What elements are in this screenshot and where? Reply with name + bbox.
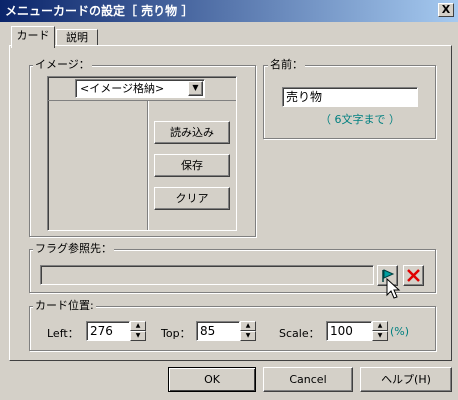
divider-vertical bbox=[147, 101, 148, 230]
top-label: Top： bbox=[161, 327, 191, 340]
load-button[interactable]: 読み込み bbox=[154, 121, 230, 144]
x-icon bbox=[407, 269, 420, 282]
up-arrow-icon[interactable]: ▲ bbox=[372, 321, 388, 331]
tab-card-label: カード bbox=[16, 29, 50, 42]
divider-horizontal bbox=[48, 100, 236, 101]
title-bar: メニューカードの設定［ 売り物 ］ bbox=[0, 0, 458, 22]
window-title: メニューカードの設定［ 売り物 ］ bbox=[5, 4, 194, 18]
left-label: Left： bbox=[47, 327, 79, 340]
tab-card[interactable]: カード bbox=[11, 26, 55, 48]
top-stepper[interactable]: ▲ ▼ bbox=[240, 321, 256, 341]
help-button[interactable]: ヘルプ(H) bbox=[360, 367, 452, 392]
image-dropdown[interactable]: <イメージ格納> ▼ bbox=[75, 79, 205, 98]
scale-stepper[interactable]: ▲ ▼ bbox=[372, 321, 388, 341]
mouse-cursor bbox=[386, 278, 401, 299]
top-input[interactable]: 85 bbox=[196, 321, 240, 341]
clear-button[interactable]: クリア bbox=[154, 187, 230, 210]
scale-input[interactable]: 100 bbox=[326, 321, 372, 341]
ok-button[interactable]: OK bbox=[168, 367, 256, 392]
scale-unit: (%) bbox=[390, 325, 410, 338]
up-arrow-icon[interactable]: ▲ bbox=[240, 321, 256, 331]
name-hint: （ 6文字まで ） bbox=[320, 113, 400, 126]
down-arrow-icon[interactable]: ▼ bbox=[130, 331, 146, 341]
down-arrow-icon[interactable]: ▼ bbox=[372, 331, 388, 341]
close-button[interactable]: X bbox=[438, 3, 454, 17]
name-input[interactable]: 売り物 bbox=[282, 87, 418, 107]
flag-group-label: フラグ参照先： bbox=[33, 242, 114, 255]
chevron-down-icon[interactable]: ▼ bbox=[188, 81, 203, 96]
up-arrow-icon[interactable]: ▲ bbox=[130, 321, 146, 331]
name-group-label: 名前： bbox=[268, 58, 305, 71]
down-arrow-icon[interactable]: ▼ bbox=[240, 331, 256, 341]
tab-description[interactable]: 説明 bbox=[56, 29, 98, 46]
cancel-button[interactable]: Cancel bbox=[263, 367, 353, 392]
tab-description-label: 説明 bbox=[66, 31, 88, 44]
image-group-label: イメージ： bbox=[33, 58, 92, 71]
clear-flag-button[interactable] bbox=[403, 265, 424, 286]
save-button[interactable]: 保存 bbox=[154, 154, 230, 177]
image-dropdown-value: <イメージ格納> bbox=[80, 82, 165, 95]
left-input[interactable]: 276 bbox=[86, 321, 130, 341]
flag-field[interactable] bbox=[40, 265, 374, 285]
scale-label: Scale： bbox=[279, 327, 320, 340]
left-stepper[interactable]: ▲ ▼ bbox=[130, 321, 146, 341]
position-group-label: カード位置: bbox=[33, 299, 96, 312]
